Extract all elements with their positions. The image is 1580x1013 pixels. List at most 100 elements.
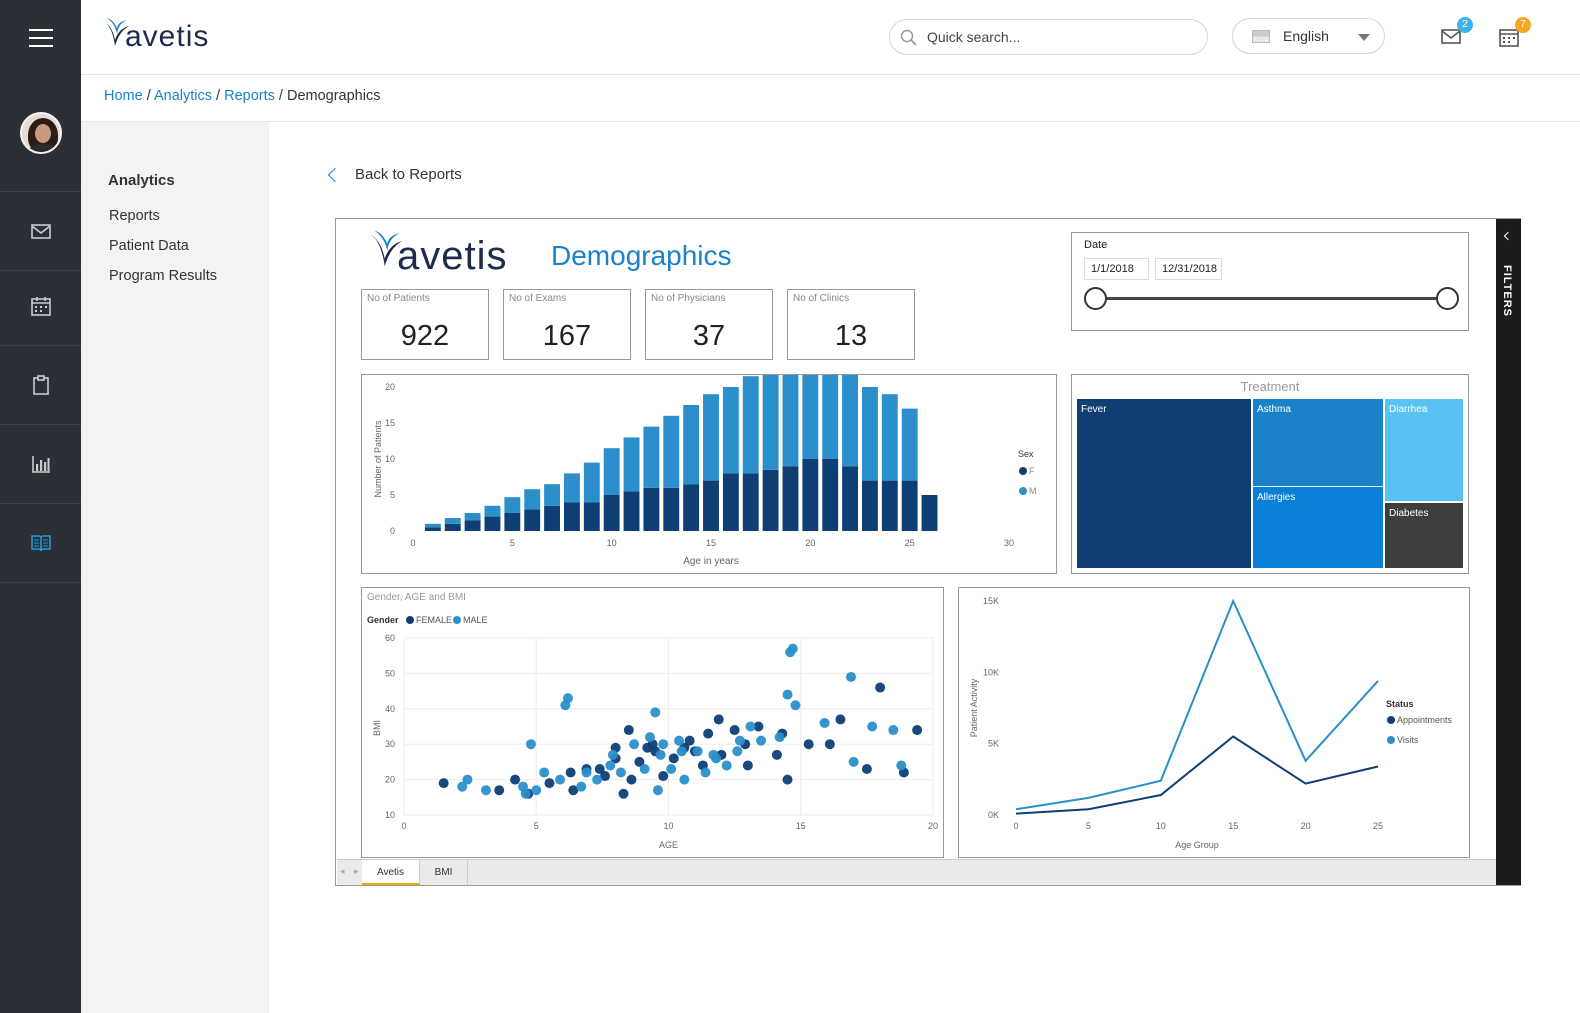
bar-F: [762, 469, 779, 531]
bar-M: [524, 489, 541, 510]
search-input[interactable]: [927, 29, 1187, 45]
left-rail: [0, 0, 81, 1013]
bar-F: [464, 520, 481, 531]
scatter-point-male: [531, 785, 542, 796]
filters-pane[interactable]: FILTERS: [1496, 219, 1521, 885]
rail-clipboard-icon[interactable]: [0, 346, 81, 425]
y-axis-label: Number of Patients: [373, 420, 383, 498]
mail-button[interactable]: 2: [1440, 17, 1473, 48]
x-tick-label: 15: [1228, 821, 1238, 831]
legend-marker-male: [453, 616, 461, 624]
report-page-tabs: ◂ ▸ Avetis BMI: [337, 859, 1496, 885]
breadcrumb-reports[interactable]: Reports: [224, 88, 275, 104]
kpi-patients: No of Patients 922: [361, 289, 489, 360]
scatter-point-male: [525, 739, 536, 750]
date-slider-end-handle[interactable]: [1436, 287, 1459, 310]
report-title: Demographics: [551, 240, 732, 271]
scatter-point-male: [790, 700, 801, 711]
bar-M: [464, 513, 481, 521]
x-axis-label: Age Group: [1175, 840, 1219, 850]
subnav-item-program-results[interactable]: Program Results: [109, 268, 217, 284]
tab-avetis[interactable]: Avetis: [362, 860, 420, 885]
scatter-point-male: [732, 746, 743, 757]
scatter-point-male: [658, 739, 669, 750]
bar-M: [583, 462, 600, 503]
scatter-point-male: [576, 781, 587, 792]
rail-chart-icon[interactable]: [0, 425, 81, 504]
bar-M: [544, 484, 561, 506]
rail-mail-icon[interactable]: [0, 192, 81, 271]
bar-M: [444, 518, 461, 524]
y-tick-label: 20: [385, 775, 395, 785]
chevron-down-icon: [1358, 34, 1370, 41]
bar-F: [683, 484, 700, 531]
tab-scroll-right-icon[interactable]: ▸: [354, 866, 359, 877]
date-start-input[interactable]: 1/1/2018: [1084, 258, 1149, 280]
scatter-point-female: [668, 753, 679, 764]
kpi-physicians: No of Physicians 37: [645, 289, 773, 360]
bar-F: [722, 473, 739, 531]
bar-M: [722, 387, 739, 474]
x-tick-label: 25: [1373, 821, 1383, 831]
scatter-point-female: [594, 763, 605, 774]
breadcrumb-analytics[interactable]: Analytics: [154, 88, 212, 104]
date-end-input[interactable]: 12/31/2018: [1155, 258, 1222, 280]
bar-F: [921, 495, 938, 531]
flag-icon: [1252, 29, 1270, 43]
scatter-point-male: [581, 767, 592, 778]
calendar-button[interactable]: 7: [1498, 17, 1531, 48]
subnav-item-patient-data[interactable]: Patient Data: [109, 238, 189, 254]
chevron-left-icon[interactable]: [1503, 231, 1513, 241]
scatter-point-female: [684, 735, 695, 746]
x-tick-label: 5: [510, 538, 515, 548]
scatter-point-male: [562, 693, 573, 704]
legend-label-F: F: [1029, 466, 1035, 476]
scatter-point-male: [520, 788, 531, 799]
breadcrumb-home[interactable]: Home: [104, 88, 143, 104]
bar-F: [643, 487, 660, 531]
bar-M: [424, 523, 441, 528]
legend-label-visits: Visits: [1397, 735, 1419, 745]
tab-bmi[interactable]: BMI: [420, 860, 468, 885]
rail-book-icon[interactable]: [0, 504, 81, 583]
scatter-point-male: [652, 785, 663, 796]
x-tick-label: 10: [1156, 821, 1166, 831]
rail-calendar-icon[interactable]: [0, 267, 81, 346]
scatter-point-male: [666, 763, 677, 774]
scatter-point-male: [846, 671, 857, 682]
subnav-title: Analytics: [108, 172, 175, 189]
legend-marker-female: [406, 616, 414, 624]
treemap-title: Treatment: [1241, 379, 1300, 394]
date-slider-start-handle[interactable]: [1084, 287, 1107, 310]
bar-F: [842, 466, 859, 531]
bar-M: [603, 448, 620, 495]
activity-line-chart: 0K 5K 10K 15K 0 5 10 15 20 25 Age Group Patient Act…: [969, 596, 1453, 850]
breadcrumb-divider: [81, 121, 1580, 122]
treatment-treemap-panel: Treatment Fever Asthma Allergies Diarrhea Dia…: [1071, 374, 1469, 574]
y-tick-label: 0K: [988, 810, 999, 820]
scatter-point-male: [644, 732, 655, 743]
scatter-point-male: [555, 774, 566, 785]
avatar[interactable]: [19, 112, 62, 154]
language-label: English: [1283, 28, 1329, 44]
bar-M: [623, 437, 640, 492]
legend-label-male: MALE: [463, 615, 488, 625]
app-logo[interactable]: avetis: [101, 14, 209, 54]
scatter-point-female: [544, 778, 555, 789]
date-slider-track[interactable]: [1096, 297, 1448, 300]
subnav-item-reports[interactable]: Reports: [109, 208, 160, 224]
back-to-reports-link[interactable]: Back to Reports: [327, 166, 462, 183]
language-select[interactable]: English: [1232, 18, 1385, 54]
bar-F: [524, 509, 541, 531]
legend-marker-appointments: [1387, 716, 1395, 724]
tab-scroll-left-icon[interactable]: ◂: [340, 866, 345, 877]
scatter-point-male: [700, 767, 711, 778]
search-box[interactable]: [889, 19, 1208, 55]
hamburger-menu-icon[interactable]: [0, 0, 81, 75]
legend-title: Status: [1386, 699, 1414, 709]
bar-M: [802, 347, 819, 459]
date-slicer: Date 1/1/2018 12/31/2018: [1071, 232, 1469, 331]
scatter-point-male: [615, 767, 626, 778]
scatter-point-male: [639, 763, 650, 774]
scatter-point-female: [861, 763, 872, 774]
